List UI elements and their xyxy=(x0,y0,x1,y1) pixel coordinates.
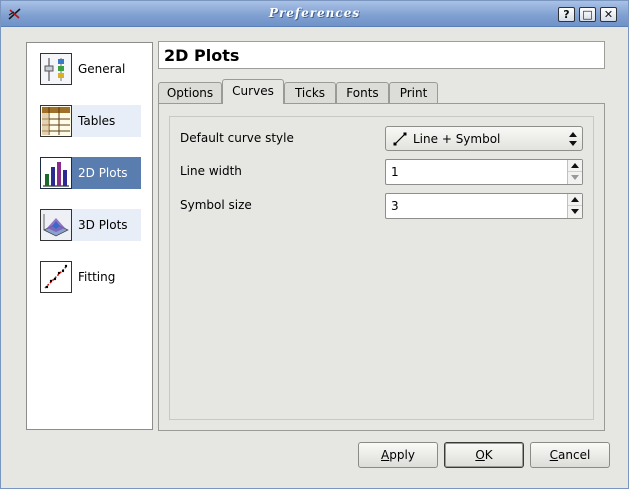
line-width-spinbox[interactable]: 1 xyxy=(385,159,583,185)
arrow-up-icon xyxy=(571,197,579,202)
ok-button[interactable]: OK xyxy=(444,442,524,468)
cancel-button[interactable]: Cancel xyxy=(530,442,610,468)
tab-curves[interactable]: Curves xyxy=(222,79,284,104)
symbol-size-label: Symbol size xyxy=(180,198,252,212)
sidebar-item-label: 3D Plots xyxy=(78,218,128,232)
window-title: Preferences xyxy=(268,6,361,20)
page-title: 2D Plots xyxy=(164,46,240,65)
sidebar-item-fitting[interactable]: Fitting xyxy=(40,261,141,293)
spin-down-button[interactable] xyxy=(568,206,582,218)
category-list[interactable]: General Tables 2D Plots 3D Plots Fitting xyxy=(26,42,153,430)
maximize-button[interactable]: □ xyxy=(579,7,596,22)
arrow-down-icon xyxy=(571,175,579,180)
fitting-icon xyxy=(40,261,72,293)
table-icon xyxy=(40,105,72,137)
apply-button[interactable]: Apply xyxy=(358,442,438,468)
arrow-up-icon xyxy=(571,163,579,168)
default-curve-style-label: Default curve style xyxy=(180,131,294,145)
sidebar-item-2d-plots[interactable]: 2D Plots xyxy=(40,157,141,189)
tab-fonts[interactable]: Fonts xyxy=(336,82,389,104)
line-width-value[interactable]: 1 xyxy=(391,165,399,179)
updown-arrows-icon xyxy=(569,132,577,146)
spin-up-button[interactable] xyxy=(568,160,582,172)
sidebar-item-general[interactable]: General xyxy=(40,53,141,85)
symbol-size-value[interactable]: 3 xyxy=(391,199,399,213)
close-button[interactable]: ✕ xyxy=(600,7,617,22)
dialog-body: General Tables 2D Plots 3D Plots Fitting… xyxy=(7,28,622,481)
tab-options[interactable]: Options xyxy=(158,82,222,104)
sidebar-item-label: 2D Plots xyxy=(78,166,128,180)
sidebar-item-label: General xyxy=(78,62,126,76)
spin-buttons xyxy=(567,194,582,218)
default-curve-style-combo[interactable]: Line + Symbol xyxy=(385,126,583,151)
tab-print[interactable]: Print xyxy=(389,82,438,104)
general-settings-icon xyxy=(40,53,72,85)
title-bar[interactable]: Preferences ? □ ✕ xyxy=(1,1,628,27)
sidebar-item-tables[interactable]: Tables xyxy=(40,105,141,137)
surface-plot-icon xyxy=(40,209,72,241)
sidebar-item-label: Tables xyxy=(78,114,116,128)
spin-buttons xyxy=(567,160,582,184)
combo-value: Line + Symbol xyxy=(413,132,501,146)
bar-chart-icon xyxy=(40,157,72,189)
line-width-label: Line width xyxy=(180,164,242,178)
help-button[interactable]: ? xyxy=(558,7,575,22)
symbol-size-spinbox[interactable]: 3 xyxy=(385,193,583,219)
arrow-down-icon xyxy=(571,209,579,214)
sidebar-item-label: Fitting xyxy=(78,270,116,284)
tab-ticks[interactable]: Ticks xyxy=(284,82,336,104)
curves-tab-panel: Default curve style Line + Symbol Line w… xyxy=(158,103,605,431)
spin-down-button[interactable] xyxy=(568,172,582,184)
preferences-window: Preferences ? □ ✕ General Tables 2D Plot… xyxy=(0,0,629,489)
panel-header: 2D Plots xyxy=(158,41,605,69)
spin-up-button[interactable] xyxy=(568,194,582,206)
sidebar-item-3d-plots[interactable]: 3D Plots xyxy=(40,209,141,241)
line-symbol-icon xyxy=(393,132,407,146)
